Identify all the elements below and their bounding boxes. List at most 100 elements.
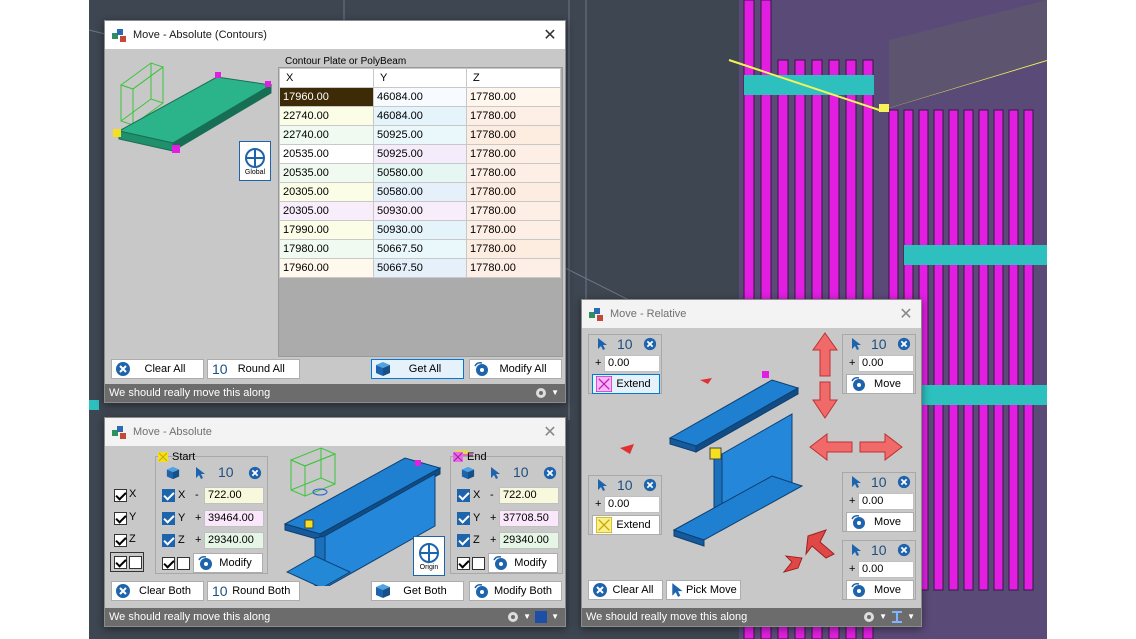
end-x-field[interactable]: 722.00 bbox=[499, 487, 559, 504]
chevron-down-icon[interactable]: ▼ bbox=[907, 608, 915, 626]
end-z-field[interactable]: 29340.00 bbox=[499, 532, 559, 549]
coord-cell-x[interactable]: 17960.00 bbox=[279, 258, 374, 278]
table-row[interactable]: 17960.00 46084.00 17780.00 bbox=[279, 87, 561, 107]
start-y-sign[interactable]: + bbox=[195, 512, 201, 524]
title-bar[interactable]: Move - Absolute ✕ bbox=[105, 418, 565, 446]
column-header-z[interactable]: Z bbox=[466, 68, 561, 88]
close-button[interactable]: ✕ bbox=[535, 418, 565, 446]
toggle-all-checkboxes[interactable] bbox=[110, 552, 144, 572]
coord-cell-x[interactable]: 17960.00 bbox=[279, 87, 374, 107]
chevron-down-icon[interactable]: ▼ bbox=[551, 608, 559, 626]
coord-cell-x[interactable]: 20535.00 bbox=[279, 144, 374, 164]
end-y-checkbox[interactable] bbox=[457, 512, 470, 525]
pick-point-icon[interactable] bbox=[596, 337, 610, 351]
coord-cell-z[interactable]: 17780.00 bbox=[466, 87, 561, 107]
coord-cell-x[interactable]: 20305.00 bbox=[279, 201, 374, 221]
chevron-down-icon[interactable]: ▼ bbox=[551, 384, 559, 402]
pick-point-icon[interactable] bbox=[194, 466, 208, 480]
contour-grid[interactable]: X Y Z 17960.00 46084.00 17780.00 22740.00 46… bbox=[278, 67, 563, 357]
start-modify-off-checkbox[interactable] bbox=[177, 557, 190, 570]
origin-button[interactable]: Origin bbox=[413, 536, 445, 576]
start-x-sign[interactable]: - bbox=[195, 489, 199, 501]
pick-move-button[interactable]: Pick Move bbox=[666, 580, 741, 600]
coord-cell-z[interactable]: 17780.00 bbox=[466, 258, 561, 278]
coord-cell-y[interactable]: 50925.00 bbox=[373, 144, 467, 164]
all-on-checkbox[interactable] bbox=[114, 556, 127, 569]
coord-cell-x[interactable]: 20305.00 bbox=[279, 182, 374, 202]
chevron-down-icon[interactable]: ▼ bbox=[523, 608, 531, 626]
extend-start-sign[interactable]: + bbox=[595, 357, 601, 369]
clear-all-button[interactable]: Clear All bbox=[588, 580, 663, 600]
status-icons[interactable]: ▼ ▼ bbox=[507, 608, 559, 626]
table-row[interactable]: 22740.00 46084.00 17780.00 bbox=[279, 106, 561, 126]
start-z-sign[interactable]: + bbox=[195, 534, 201, 546]
title-bar[interactable]: Move - Relative ✕ bbox=[582, 300, 921, 328]
end-modify-button[interactable]: Modify bbox=[488, 553, 558, 573]
coord-cell-x[interactable]: 17980.00 bbox=[279, 239, 374, 259]
pick-point-icon[interactable] bbox=[596, 478, 610, 492]
coord-cell-x[interactable]: 17990.00 bbox=[279, 220, 374, 240]
global-coordinates-button[interactable]: Global bbox=[239, 141, 271, 181]
round-both-button[interactable]: 10 Round Both bbox=[207, 581, 300, 601]
axis-y-checkbox[interactable] bbox=[114, 512, 127, 525]
table-row[interactable]: 20535.00 50925.00 17780.00 bbox=[279, 144, 561, 164]
table-row[interactable]: 20305.00 50930.00 17780.00 bbox=[279, 201, 561, 221]
axis-x-checkbox[interactable] bbox=[114, 489, 127, 502]
start-z-checkbox[interactable] bbox=[162, 534, 175, 547]
table-row[interactable]: 17990.00 50930.00 17780.00 bbox=[279, 220, 561, 240]
coord-cell-z[interactable]: 17780.00 bbox=[466, 163, 561, 183]
end-y-field[interactable]: 37708.50 bbox=[499, 510, 559, 527]
coord-cell-z[interactable]: 17780.00 bbox=[466, 106, 561, 126]
coord-cell-y[interactable]: 50930.00 bbox=[373, 220, 467, 240]
coord-cell-y[interactable]: 50667.50 bbox=[373, 258, 467, 278]
modify-all-button[interactable]: Modify All bbox=[469, 359, 562, 379]
coord-cell-z[interactable]: 17780.00 bbox=[466, 182, 561, 202]
coord-cell-z[interactable]: 17780.00 bbox=[466, 239, 561, 259]
start-y-checkbox[interactable] bbox=[162, 512, 175, 525]
coord-cell-y[interactable]: 46084.00 bbox=[373, 87, 467, 107]
move-depth-button[interactable]: Move bbox=[846, 580, 914, 600]
extend-end-sign[interactable]: + bbox=[595, 498, 601, 510]
coord-cell-x[interactable]: 20535.00 bbox=[279, 163, 374, 183]
close-button[interactable]: ✕ bbox=[535, 21, 565, 49]
start-y-field[interactable]: 39464.00 bbox=[204, 510, 264, 527]
coord-cell-y[interactable]: 46084.00 bbox=[373, 106, 467, 126]
coord-cell-y[interactable]: 50925.00 bbox=[373, 125, 467, 145]
chevron-down-icon[interactable]: ▼ bbox=[879, 608, 887, 626]
coord-cell-x[interactable]: 22740.00 bbox=[279, 106, 374, 126]
end-x-checkbox[interactable] bbox=[457, 489, 470, 502]
close-button[interactable]: ✕ bbox=[891, 300, 921, 328]
axis-z-checkbox[interactable] bbox=[114, 534, 127, 547]
table-row[interactable]: 17980.00 50667.50 17780.00 bbox=[279, 239, 561, 259]
status-icons[interactable]: ▼ ▼ bbox=[863, 608, 915, 626]
coord-cell-z[interactable]: 17780.00 bbox=[466, 220, 561, 240]
end-z-sign[interactable]: + bbox=[490, 534, 496, 546]
snap-options-icon[interactable] bbox=[863, 611, 875, 623]
cube-icon[interactable] bbox=[461, 466, 475, 480]
title-bar[interactable]: Move - Absolute (Contours) ✕ bbox=[105, 21, 565, 49]
coord-cell-y[interactable]: 50667.50 bbox=[373, 239, 467, 259]
start-modify-button[interactable]: Modify bbox=[193, 553, 263, 573]
snap-options-icon[interactable] bbox=[507, 611, 519, 623]
coord-cell-z[interactable]: 17780.00 bbox=[466, 144, 561, 164]
start-modify-on-checkbox[interactable] bbox=[162, 557, 175, 570]
table-row[interactable]: 20535.00 50580.00 17780.00 bbox=[279, 163, 561, 183]
coord-cell-x[interactable]: 22740.00 bbox=[279, 125, 374, 145]
start-z-field[interactable]: 29340.00 bbox=[204, 532, 264, 549]
cube-icon[interactable] bbox=[166, 466, 180, 480]
modify-both-button[interactable]: Modify Both bbox=[469, 581, 562, 601]
end-x-sign[interactable]: - bbox=[490, 489, 494, 501]
end-z-checkbox[interactable] bbox=[457, 534, 470, 547]
get-all-button[interactable]: Get All bbox=[371, 359, 464, 379]
coord-cell-y[interactable]: 50580.00 bbox=[373, 182, 467, 202]
table-row[interactable]: 17960.00 50667.50 17780.00 bbox=[279, 258, 561, 278]
table-row[interactable]: 20305.00 50580.00 17780.00 bbox=[279, 182, 561, 202]
coord-cell-y[interactable]: 50930.00 bbox=[373, 201, 467, 221]
table-row[interactable]: 22740.00 50925.00 17780.00 bbox=[279, 125, 561, 145]
column-header-x[interactable]: X bbox=[279, 68, 374, 88]
clear-icon[interactable] bbox=[543, 466, 557, 480]
start-x-field[interactable]: 722.00 bbox=[204, 487, 264, 504]
end-modify-off-checkbox[interactable] bbox=[472, 557, 485, 570]
start-x-checkbox[interactable] bbox=[162, 489, 175, 502]
all-off-checkbox[interactable] bbox=[129, 556, 142, 569]
